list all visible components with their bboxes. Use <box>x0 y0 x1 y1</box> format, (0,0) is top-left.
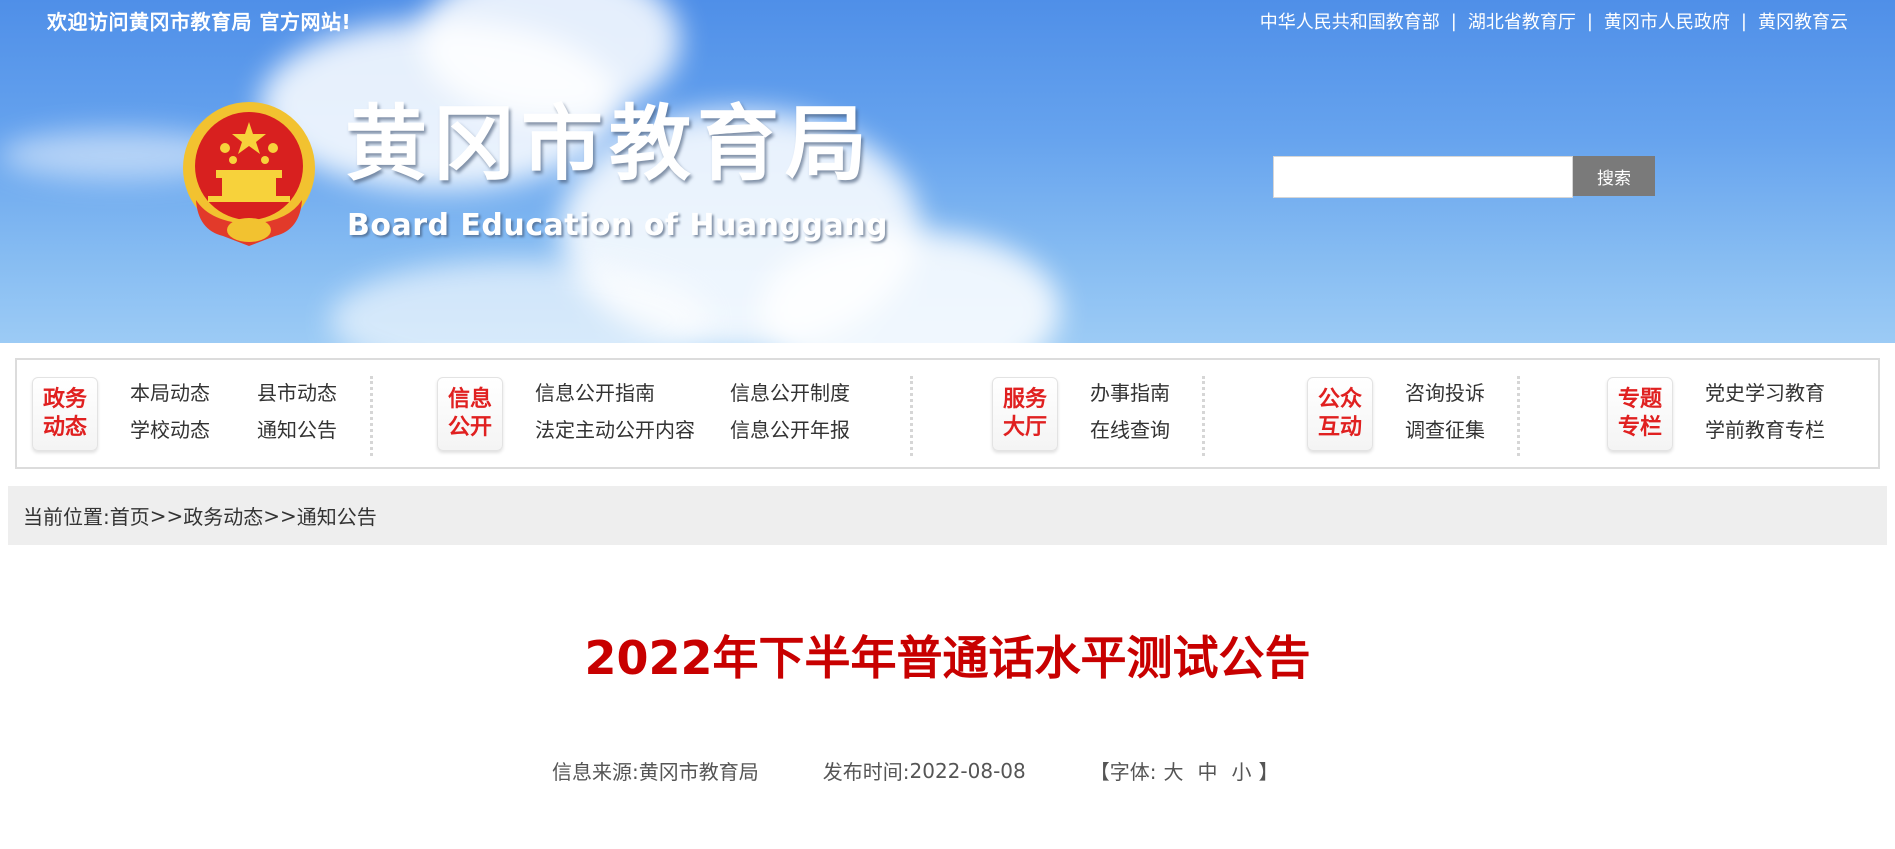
nav-divider <box>370 376 373 456</box>
nav-link-disclosure-guide[interactable]: 信息公开指南 <box>535 377 730 414</box>
nav-divider <box>910 376 913 456</box>
date-label: 发布时间: <box>822 760 910 784</box>
link-huanggang-edu-cloud[interactable]: 黄冈教育云 <box>1758 8 1848 34</box>
link-moe[interactable]: 中华人民共和国教育部 <box>1260 8 1440 34</box>
breadcrumb-notices[interactable]: 通知公告 <box>297 501 377 530</box>
welcome-text: 欢迎访问黄冈市教育局 官方网站! <box>47 10 352 34</box>
font-small-button[interactable]: 小 <box>1231 756 1251 785</box>
nav-divider <box>1202 376 1205 456</box>
header-banner: 欢迎访问黄冈市教育局 官方网站! 中华人民共和国教育部 | 湖北省教育厅 | 黄… <box>0 0 1895 343</box>
nav-link-notices[interactable]: 通知公告 <box>257 414 337 451</box>
nav-divider <box>1517 376 1520 456</box>
font-medium-button[interactable]: 中 <box>1197 756 1217 785</box>
breadcrumb-government-news[interactable]: 政务动态 <box>183 501 263 530</box>
nav-link-survey[interactable]: 调查征集 <box>1405 414 1485 451</box>
nav-link-disclosure-annual-report[interactable]: 信息公开年报 <box>730 414 850 451</box>
top-links: 中华人民共和国教育部 | 湖北省教育厅 | 黄冈市人民政府 | 黄冈教育云 <box>1260 8 1848 34</box>
breadcrumb-home[interactable]: 首页 <box>110 501 150 530</box>
nav-group-public-interaction: 公众 互动 咨询投诉 调查征集 <box>1307 360 1485 467</box>
site-title: 黄冈市教育局 <box>345 96 874 192</box>
special-topics-icon[interactable]: 专题 专栏 <box>1607 376 1673 451</box>
link-hubei-edu[interactable]: 湖北省教育厅 <box>1468 8 1576 34</box>
nav-link-consult-complain[interactable]: 咨询投诉 <box>1405 377 1485 414</box>
font-size-control: 【字体: 大 中 小 】 <box>1090 756 1279 785</box>
nav-link-preschool-education[interactable]: 学前教育专栏 <box>1705 414 1825 451</box>
search-input[interactable] <box>1273 156 1573 198</box>
nav-group-service-hall: 服务 大厅 办事指南 在线查询 <box>992 360 1170 467</box>
date-value: 2022-08-08 <box>909 758 1026 783</box>
article-meta: 信息来源: 黄冈市教育局 发布时间: 2022-08-08 【字体: 大 中 小… <box>552 756 1278 785</box>
search-button[interactable]: 搜索 <box>1573 156 1655 196</box>
source-label: 信息来源: <box>552 760 639 784</box>
breadcrumb-label: 当前位置: <box>23 505 110 529</box>
service-hall-icon[interactable]: 服务 大厅 <box>992 376 1058 451</box>
font-large-button[interactable]: 大 <box>1163 756 1183 785</box>
nav-link-service-guide[interactable]: 办事指南 <box>1090 377 1170 414</box>
nav-link-school-news[interactable]: 学校动态 <box>130 414 257 451</box>
nav-group-special-topics: 专题 专栏 党史学习教育 学前教育专栏 <box>1607 360 1825 467</box>
nav-group-info-disclosure: 信息 公开 信息公开指南 法定主动公开内容 信息公开制度 信息公开年报 <box>437 360 850 467</box>
national-emblem-icon <box>183 102 315 246</box>
breadcrumb: 当前位置: 首页 >> 政务动态 >> 通知公告 <box>8 486 1887 545</box>
public-interaction-icon[interactable]: 公众 互动 <box>1307 376 1373 451</box>
nav-link-party-history[interactable]: 党史学习教育 <box>1705 377 1825 414</box>
search-box: 搜索 <box>1273 156 1655 198</box>
nav-link-county-news[interactable]: 县市动态 <box>257 377 337 414</box>
main-nav: 政务 动态 本局动态 学校动态 县市动态 通知公告 信息 公开 信息公开指南 法… <box>15 358 1880 469</box>
nav-group-government-news: 政务 动态 本局动态 学校动态 县市动态 通知公告 <box>32 360 337 467</box>
link-huanggang-gov[interactable]: 黄冈市人民政府 <box>1604 8 1730 34</box>
nav-link-statutory-disclosure[interactable]: 法定主动公开内容 <box>535 414 730 451</box>
nav-link-online-query[interactable]: 在线查询 <box>1090 414 1170 451</box>
site-subtitle: Board Education of Huanggang <box>347 208 889 243</box>
nav-link-bureau-news[interactable]: 本局动态 <box>130 377 257 414</box>
article-title: 2022年下半年普通话水平测试公告 <box>584 631 1311 685</box>
source-value: 黄冈市教育局 <box>638 760 759 784</box>
government-news-icon[interactable]: 政务 动态 <box>32 376 98 451</box>
info-disclosure-icon[interactable]: 信息 公开 <box>437 376 503 451</box>
nav-link-disclosure-policy[interactable]: 信息公开制度 <box>730 377 850 414</box>
